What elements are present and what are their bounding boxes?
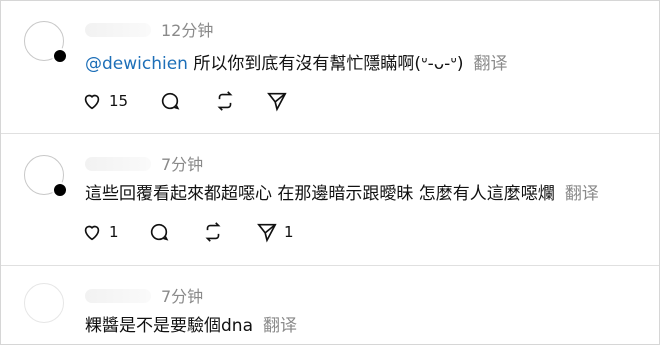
comment-button[interactable] <box>148 221 170 243</box>
follow-badge-icon[interactable] <box>52 48 68 64</box>
follow-badge-icon[interactable] <box>52 182 68 198</box>
translate-link[interactable]: 翻译 <box>565 184 599 204</box>
like-button[interactable]: 15 <box>81 90 128 112</box>
comment-icon <box>150 223 169 241</box>
post-time: 7分钟 <box>161 155 204 174</box>
post-text: 這些回覆看起來都超噁心 在那邊暗示跟曖昧 怎麼有人這麼噁爛 翻译 <box>85 179 599 204</box>
heart-icon <box>84 94 100 110</box>
like-count: 15 <box>109 92 129 110</box>
send-icon <box>257 223 277 243</box>
share-count: 1 <box>284 223 294 241</box>
repost-button[interactable] <box>202 221 224 243</box>
action-bar: 1 1 <box>81 221 381 245</box>
share-button[interactable] <box>266 90 288 112</box>
repost-button[interactable] <box>214 90 236 112</box>
repost-icon <box>217 91 233 111</box>
post-time: 12分钟 <box>161 21 214 40</box>
share-button[interactable]: 1 <box>256 221 294 243</box>
send-icon <box>267 92 287 112</box>
post-body: 所以你到底有沒有幫忙隱瞞啊(ᐡ-ᴗ-ᐡ) <box>187 54 464 74</box>
comment-icon <box>161 92 180 110</box>
action-bar: 15 <box>81 90 381 114</box>
like-count: 1 <box>109 223 119 241</box>
heart-icon <box>84 225 100 241</box>
post-body: 這些回覆看起來都超噁心 在那邊暗示跟曖昧 怎麼有人這麼噁爛 <box>85 184 555 204</box>
thread-replies: 12分钟 @dewichien 所以你到底有沒有幫忙隱瞞啊(ᐡ-ᴗ-ᐡ) 翻译 1… <box>0 0 660 345</box>
username-blurred[interactable] <box>85 157 151 171</box>
avatar[interactable] <box>24 283 64 323</box>
post-text: @dewichien 所以你到底有沒有幫忙隱瞞啊(ᐡ-ᴗ-ᐡ) 翻译 <box>85 49 508 74</box>
translate-link[interactable]: 翻译 <box>474 54 508 74</box>
username-blurred[interactable] <box>85 23 151 37</box>
username-blurred[interactable] <box>85 289 151 303</box>
post-text: 粿醬是不是要驗個dna 翻译 <box>85 311 297 336</box>
post-divider <box>1 133 659 134</box>
post-divider <box>1 265 659 266</box>
post-time: 7分钟 <box>161 287 204 306</box>
translate-link[interactable]: 翻译 <box>263 316 297 336</box>
repost-icon <box>205 222 221 242</box>
post-body: 粿醬是不是要驗個dna <box>85 316 253 336</box>
comment-button[interactable] <box>159 90 181 112</box>
like-button[interactable]: 1 <box>81 221 119 243</box>
mention-link[interactable]: @dewichien <box>85 54 188 74</box>
